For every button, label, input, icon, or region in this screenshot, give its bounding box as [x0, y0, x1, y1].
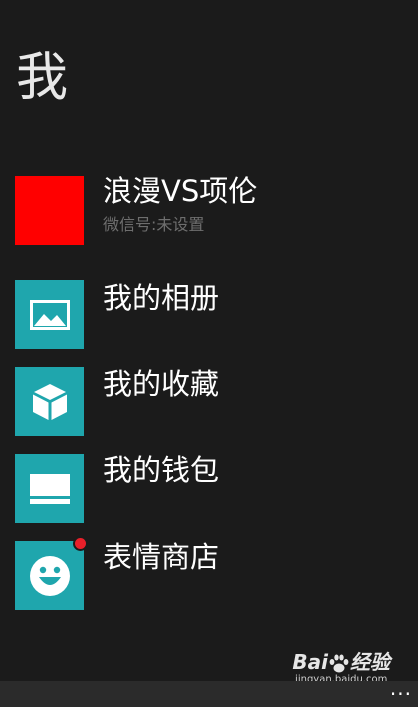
app-bar [0, 681, 418, 707]
menu-item-sticker-store[interactable]: 表情商店 [103, 539, 219, 575]
photo-tile[interactable] [15, 280, 84, 349]
smiley-icon [29, 555, 70, 596]
watermark-logo: Bai 经验 [292, 650, 390, 674]
wechat-id-label: 微信号:未设置 [103, 215, 205, 234]
photo-icon [29, 299, 70, 330]
menu-item-photos[interactable]: 我的相册 [103, 280, 219, 316]
page-title: 我 [16, 48, 69, 108]
sticker-store-tile[interactable] [15, 541, 84, 610]
menu-item-wallet[interactable]: 我的钱包 [103, 452, 219, 488]
avatar[interactable] [15, 176, 84, 245]
notification-badge [73, 536, 88, 551]
wallet-tile[interactable] [15, 454, 84, 523]
favorites-tile[interactable] [15, 367, 84, 436]
watermark-logo-right: 经验 [350, 650, 390, 674]
more-options-icon[interactable]: ... [390, 678, 412, 698]
profile-name[interactable]: 浪漫VS项伦 [103, 173, 257, 209]
menu-item-favorites[interactable]: 我的收藏 [103, 366, 219, 402]
screen: 我 浪漫VS项伦 微信号:未设置 我的相册 我的收藏 我的钱包 表情商店 Bai… [0, 0, 418, 707]
paw-icon [329, 654, 349, 672]
wallet-icon [29, 473, 70, 504]
watermark-logo-left: Bai [292, 650, 328, 674]
cube-icon [32, 383, 67, 420]
